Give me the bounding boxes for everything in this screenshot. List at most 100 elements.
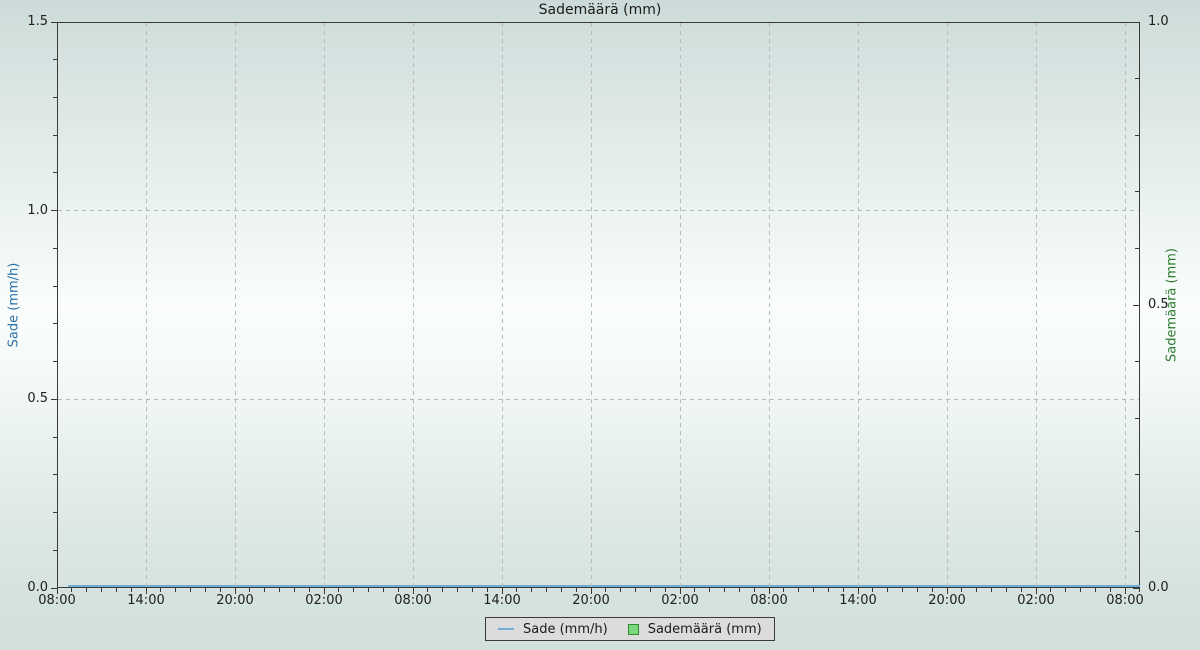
x-minor-tick bbox=[1110, 588, 1111, 592]
x-minor-tick bbox=[932, 588, 933, 592]
legend-item-sade: Sade (mm/h) bbox=[498, 622, 608, 637]
x-minor-tick bbox=[783, 588, 784, 592]
y-right-minor-tick bbox=[1135, 418, 1139, 419]
y-left-minor-tick bbox=[53, 59, 57, 60]
vertical-gridline bbox=[1036, 23, 1037, 587]
y-right-major-tick bbox=[1133, 22, 1139, 23]
x-minor-tick bbox=[605, 588, 606, 592]
x-minor-tick bbox=[383, 588, 384, 592]
x-minor-tick bbox=[220, 588, 221, 592]
x-minor-tick bbox=[887, 588, 888, 592]
x-minor-tick bbox=[160, 588, 161, 592]
y-left-minor-tick bbox=[53, 550, 57, 551]
horizontal-gridline bbox=[58, 210, 1139, 211]
vertical-gridline bbox=[769, 23, 770, 587]
x-tick-label: 08:00 bbox=[1095, 593, 1155, 608]
y-right-minor-tick bbox=[1135, 474, 1139, 475]
x-minor-tick bbox=[1050, 588, 1051, 592]
x-minor-tick bbox=[131, 588, 132, 592]
y-right-minor-tick bbox=[1135, 135, 1139, 136]
x-minor-tick bbox=[1021, 588, 1022, 592]
x-tick-label: 14:00 bbox=[828, 593, 888, 608]
y-left-major-tick bbox=[51, 588, 57, 589]
y-left-tick-label: 0.0 bbox=[0, 580, 48, 596]
precipitation-chart: Sademäärä (mm) Sade (mm/h) Sademäärä (mm… bbox=[0, 0, 1200, 650]
y-left-minor-tick bbox=[53, 248, 57, 249]
x-minor-tick bbox=[368, 588, 369, 592]
y-left-tick-label: 1.0 bbox=[0, 203, 48, 219]
legend-label-sade: Sade (mm/h) bbox=[523, 622, 608, 637]
x-minor-tick bbox=[991, 588, 992, 592]
y-left-minor-tick bbox=[53, 323, 57, 324]
x-minor-tick bbox=[1139, 588, 1140, 592]
chart-title: Sademäärä (mm) bbox=[0, 2, 1200, 18]
x-minor-tick bbox=[442, 588, 443, 592]
line-swatch-icon bbox=[498, 628, 514, 630]
y-left-tick-label: 0.5 bbox=[0, 391, 48, 407]
x-minor-tick bbox=[86, 588, 87, 592]
x-minor-tick bbox=[546, 588, 547, 592]
x-minor-tick bbox=[71, 588, 72, 592]
legend-item-sademaara: Sademäärä (mm) bbox=[628, 622, 762, 637]
y-left-major-tick bbox=[51, 210, 57, 211]
x-minor-tick bbox=[576, 588, 577, 592]
x-minor-tick bbox=[724, 588, 725, 592]
y-left-minor-tick bbox=[53, 512, 57, 513]
y-left-minor-tick bbox=[53, 437, 57, 438]
x-minor-tick bbox=[294, 588, 295, 592]
y-left-minor-tick bbox=[53, 97, 57, 98]
x-tick-label: 02:00 bbox=[294, 593, 354, 608]
x-minor-tick bbox=[739, 588, 740, 592]
vertical-gridline bbox=[146, 23, 147, 587]
vertical-gridline bbox=[502, 23, 503, 587]
x-minor-tick bbox=[249, 588, 250, 592]
square-swatch-icon bbox=[628, 624, 639, 635]
x-minor-tick bbox=[620, 588, 621, 592]
x-minor-tick bbox=[917, 588, 918, 592]
x-tick-label: 20:00 bbox=[917, 593, 977, 608]
x-minor-tick bbox=[175, 588, 176, 592]
x-minor-tick bbox=[101, 588, 102, 592]
y-right-minor-tick bbox=[1135, 248, 1139, 249]
x-minor-tick bbox=[798, 588, 799, 592]
x-minor-tick bbox=[902, 588, 903, 592]
y-left-minor-tick bbox=[53, 474, 57, 475]
y-right-tick-label: 0.0 bbox=[1148, 580, 1198, 596]
vertical-gridline bbox=[1125, 23, 1126, 587]
x-minor-tick bbox=[353, 588, 354, 592]
x-minor-tick bbox=[650, 588, 651, 592]
vertical-gridline bbox=[235, 23, 236, 587]
x-minor-tick bbox=[205, 588, 206, 592]
y-right-tick-label: 0.5 bbox=[1148, 297, 1198, 313]
x-minor-tick bbox=[457, 588, 458, 592]
x-minor-tick bbox=[264, 588, 265, 592]
x-minor-tick bbox=[531, 588, 532, 592]
x-minor-tick bbox=[338, 588, 339, 592]
x-minor-tick bbox=[872, 588, 873, 592]
x-minor-tick bbox=[1065, 588, 1066, 592]
y-left-major-tick bbox=[51, 399, 57, 400]
x-tick-label: 08:00 bbox=[383, 593, 443, 608]
x-minor-tick bbox=[561, 588, 562, 592]
y-left-minor-tick bbox=[53, 135, 57, 136]
y-right-minor-tick bbox=[1135, 78, 1139, 79]
x-minor-tick bbox=[1006, 588, 1007, 592]
x-minor-tick bbox=[754, 588, 755, 592]
x-tick-label: 20:00 bbox=[561, 593, 621, 608]
x-minor-tick bbox=[961, 588, 962, 592]
x-minor-tick bbox=[709, 588, 710, 592]
y-left-tick-label: 1.5 bbox=[0, 14, 48, 30]
horizontal-gridline bbox=[58, 399, 1139, 400]
x-minor-tick bbox=[398, 588, 399, 592]
y-right-major-tick bbox=[1133, 305, 1139, 306]
y-right-tick-label: 1.0 bbox=[1148, 14, 1198, 30]
x-minor-tick bbox=[516, 588, 517, 592]
x-tick-label: 20:00 bbox=[205, 593, 265, 608]
x-minor-tick bbox=[1095, 588, 1096, 592]
y-left-minor-tick bbox=[53, 172, 57, 173]
x-minor-tick bbox=[635, 588, 636, 592]
x-minor-tick bbox=[828, 588, 829, 592]
x-minor-tick bbox=[116, 588, 117, 592]
vertical-gridline bbox=[591, 23, 592, 587]
plot-area bbox=[57, 22, 1140, 588]
